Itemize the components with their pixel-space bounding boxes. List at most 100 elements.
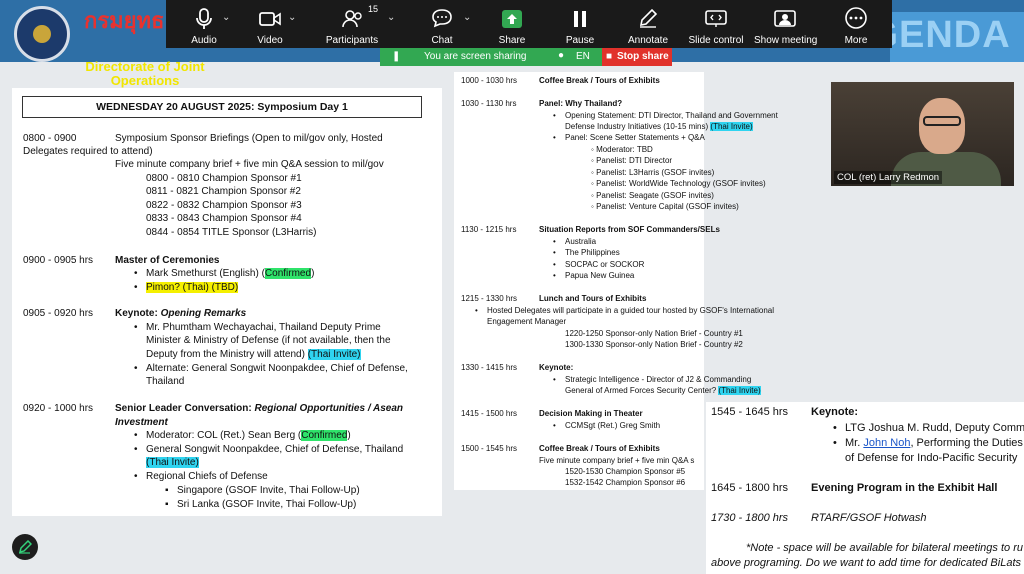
more-button[interactable]: More — [836, 0, 876, 48]
session-title: Symposium Sponsor Briefings (Open to mil… — [115, 133, 383, 144]
participant-glasses — [923, 116, 961, 126]
confirmed-highlight: Confirmed — [264, 268, 312, 279]
sub-list-item: ◦ Panelist: Seagate (GSOF invites) — [591, 191, 714, 200]
directorate-title: Directorate of Joint Operations — [85, 59, 205, 88]
session-title: Lunch and Tours of Exhibits — [539, 294, 647, 303]
screen-sharing-bar[interactable]: ❚ You are screen sharing ● EN — [380, 48, 602, 66]
session-time: 1130 - 1215 hrs — [461, 225, 517, 234]
list-item-cont: (Thai Invite) — [146, 457, 199, 468]
shield-icon: ● — [558, 50, 565, 61]
list-item: 1220-1250 Sponsor-only Nation Brief - Co… — [565, 329, 743, 338]
session-title: Coffee Break / Tours of Exhibits — [539, 76, 660, 85]
participant-video[interactable]: COL (ret) Larry Redmon — [831, 82, 1014, 186]
meeting-toolbar: Audio ⌄ Video ⌄ 15 Participants ⌄ Chat ⌄… — [166, 0, 892, 48]
list-item-text: , Performing the Duties — [910, 437, 1023, 449]
thai-invite-highlight: (Thai Invite) — [710, 122, 753, 131]
agenda-left-panel: WEDNESDAY 20 AUGUST 2025: Symposium Day … — [12, 88, 442, 516]
list-item: CCMSgt (Ret.) Greg Smith — [553, 421, 660, 430]
participants-options-chevron-icon[interactable]: ⌄ — [387, 12, 395, 23]
sub-list-item: ◦ Moderator: TBD — [591, 145, 653, 154]
list-item: 0822 - 0832 Champion Sponsor #3 — [146, 200, 302, 211]
video-camera-icon — [259, 12, 281, 26]
list-item-text: Defense Industry Initiatives (10-15 mins… — [565, 122, 711, 131]
session-time: 1645 - 1800 hrs — [711, 482, 789, 494]
session-title: Coffee Break / Tours of Exhibits — [539, 444, 660, 453]
video-label: Video — [257, 35, 283, 46]
audio-button[interactable]: Audio — [184, 0, 224, 48]
list-item-text: Moderator: COL (Ret.) Sean Berg ( — [146, 430, 302, 441]
list-item: Strategic Intelligence - Director of J2 … — [553, 375, 751, 384]
show-meeting-button[interactable]: Show meeting — [754, 0, 818, 48]
session-time: 0920 - 1000 hrs — [23, 403, 94, 414]
audio-label: Audio — [191, 35, 217, 46]
share-screen-icon — [502, 10, 522, 28]
session-time: 1330 - 1415 hrs — [461, 363, 518, 372]
session-time: 0900 - 0905 hrs — [23, 255, 94, 266]
chat-icon — [432, 9, 452, 28]
list-item: Moderator: COL (Ret.) Sean Berg (Confirm… — [134, 430, 351, 441]
sub-list-item-text: Panelist: Seagate (GSOF invites) — [596, 191, 714, 200]
session-time: 0800 - 0900 — [23, 133, 77, 144]
session-title: Senior Leader Conversation: Regional Opp… — [115, 403, 403, 414]
sub-list-item-text: Panelist: WorldWide Technology (GSOF inv… — [596, 179, 766, 188]
john-noh-link[interactable]: John Noh — [863, 437, 910, 449]
session-title-italic: Regional Opportunities / Asean — [254, 403, 404, 414]
confirmed-highlight: Confirmed — [301, 430, 348, 441]
thai-invite-highlight: (Thai Invite) — [146, 457, 199, 468]
session-title: Panel: Why Thailand? — [539, 99, 623, 108]
annotate-button[interactable]: Annotate — [624, 0, 672, 48]
list-item: Alternate: General Songwit Noonpakdee, C… — [134, 363, 408, 374]
pause-share-button[interactable]: Pause — [560, 0, 600, 48]
audio-options-chevron-icon[interactable]: ⌄ — [222, 12, 230, 23]
list-item: Hosted Delegates will participate in a g… — [475, 306, 774, 315]
floating-annotate-button[interactable] — [12, 534, 38, 560]
list-item: Papua New Guinea — [553, 271, 634, 280]
session-time: 1500 - 1545 hrs — [461, 444, 518, 453]
session-note: Five minute company brief + five min Q&A… — [539, 456, 695, 465]
session-time: 1730 - 1800 hrs — [711, 512, 789, 524]
pause-icon — [574, 11, 586, 27]
list-item-text: ) — [311, 268, 315, 279]
sub-list-item-text: Moderator: TBD — [596, 145, 653, 154]
session-title-cont: Investment — [115, 417, 168, 428]
video-button[interactable]: Video — [250, 0, 290, 48]
list-item: 0811 - 0821 Champion Sponsor #2 — [146, 186, 301, 197]
list-item-cont: Defense Industry Initiatives (10-15 mins… — [565, 122, 753, 131]
sub-list-item-text: Panelist: L3Harris (GSOF invites) — [596, 168, 715, 177]
list-item-cont: Deputy from the Ministry will attend) (T… — [146, 349, 361, 360]
session-title-italic: Opening Remarks — [160, 308, 247, 319]
list-item-cont: Engagement Manager — [487, 317, 567, 326]
stop-square-icon: ■ — [606, 51, 613, 62]
session-note: Five minute company brief + five min Q&A… — [115, 159, 384, 170]
list-item: Panel: Scene Setter Statements + Q&A — [553, 133, 705, 142]
participants-button[interactable]: 15 Participants — [322, 0, 382, 48]
list-item: SOCPAC or SOCKOR — [553, 260, 644, 269]
sub-list-item: Singapore (GSOF Invite, Thai Follow-Up) — [165, 485, 360, 496]
session-title: Master of Ceremonies — [115, 255, 220, 266]
share-button[interactable]: Share — [492, 0, 532, 48]
chat-button[interactable]: Chat — [422, 0, 462, 48]
participant-face — [919, 98, 965, 154]
stop-share-label: Stop share — [617, 51, 669, 62]
slide-control-button[interactable]: Slide control — [686, 0, 746, 48]
participant-name: COL (ret) Larry Redmon — [834, 171, 943, 184]
chat-label: Chat — [431, 35, 453, 46]
footnote: *Note - space will be available for bila… — [746, 542, 1023, 554]
session-title: Keynote: — [811, 406, 859, 418]
video-options-chevron-icon[interactable]: ⌄ — [288, 12, 296, 23]
chat-options-chevron-icon[interactable]: ⌄ — [463, 12, 471, 23]
pin-icon[interactable]: ❚ — [392, 51, 400, 62]
list-item: Mr. Phumtham Wechayachai, Thailand Deput… — [134, 322, 381, 333]
session-time: 1545 - 1645 hrs — [711, 406, 789, 418]
slide-control-icon — [705, 10, 727, 27]
annotate-pen-icon — [639, 8, 658, 28]
list-item: 0833 - 0843 Champion Sponsor #4 — [146, 213, 302, 224]
language-indicator[interactable]: EN — [576, 51, 590, 62]
list-item: 0800 - 0810 Champion Sponsor #1 — [146, 173, 302, 184]
participant-count: 15 — [368, 4, 379, 14]
session-title-cont: Delegates required to attend) — [23, 146, 153, 157]
show-meeting-label: Show meeting — [754, 35, 818, 46]
agenda-middle-panel: 1000 - 1030 hrs Coffee Break / Tours of … — [454, 72, 778, 490]
list-item: Mark Smethurst (English) (Confirmed) — [134, 268, 315, 279]
stop-share-button[interactable]: ■ Stop share — [602, 48, 672, 66]
